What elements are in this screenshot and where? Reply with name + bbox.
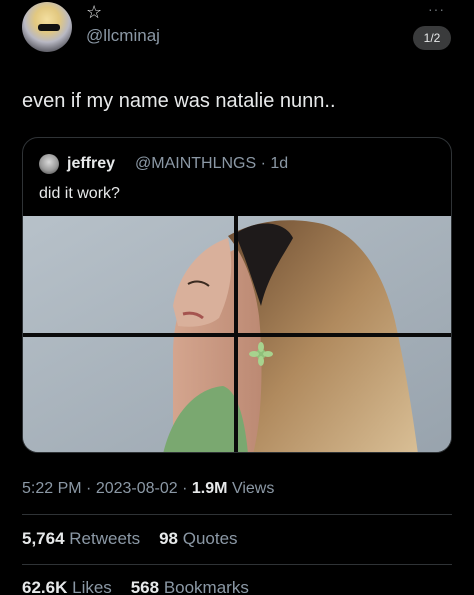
tweet-meta: 5:22 PM · 2023-08-02 · 1.9M Views xyxy=(22,480,274,498)
star-icon[interactable]: ☆ xyxy=(86,2,102,22)
likes-count[interactable]: 62.6K xyxy=(22,578,67,595)
author-avatar[interactable] xyxy=(22,2,72,52)
tweet-date: 2023-08-02 xyxy=(95,480,178,497)
engagement-row-2: 62.6K Likes 568 Bookmarks xyxy=(22,578,249,595)
divider xyxy=(22,564,452,565)
engagement-row-1: 5,764 Retweets 98 Quotes xyxy=(22,529,238,549)
views-count: 1.9M xyxy=(191,480,228,497)
photo-grid-illustration xyxy=(23,216,451,452)
meta-separator: · xyxy=(182,480,188,497)
quoted-tweet-card[interactable]: jeffrey @MAINTHLNGS · 1d did it work? xyxy=(22,137,452,453)
avatar-glasses xyxy=(38,24,60,31)
tweet-header: ☆ @llcminaj ··· 1/2 xyxy=(0,0,474,80)
likes-label[interactable]: Likes xyxy=(72,578,112,595)
quoted-author-avatar xyxy=(39,154,59,174)
quoted-tweet-image[interactable] xyxy=(23,216,451,452)
author-handle[interactable]: @llcminaj xyxy=(86,26,160,46)
divider xyxy=(22,514,452,515)
bookmarks-label[interactable]: Bookmarks xyxy=(164,578,249,595)
quoted-author-handle-time: @MAINTHLNGS · 1d xyxy=(135,155,289,172)
quoted-author-name: jeffrey xyxy=(67,155,116,172)
tweet-text: even if my name was natalie nunn.. xyxy=(22,90,336,112)
bookmarks-count[interactable]: 568 xyxy=(131,578,159,595)
quotes-count[interactable]: 98 xyxy=(159,529,178,548)
page-indicator-badge: 1/2 xyxy=(413,26,451,50)
retweets-label[interactable]: Retweets xyxy=(69,529,140,548)
tweet-time: 5:22 PM xyxy=(22,480,82,497)
retweets-count[interactable]: 5,764 xyxy=(22,529,65,548)
more-options-icon[interactable]: ··· xyxy=(428,2,445,16)
quotes-label[interactable]: Quotes xyxy=(183,529,238,548)
quoted-tweet-text: did it work? xyxy=(39,185,120,202)
meta-separator: · xyxy=(86,480,92,497)
views-label: Views xyxy=(231,480,275,497)
